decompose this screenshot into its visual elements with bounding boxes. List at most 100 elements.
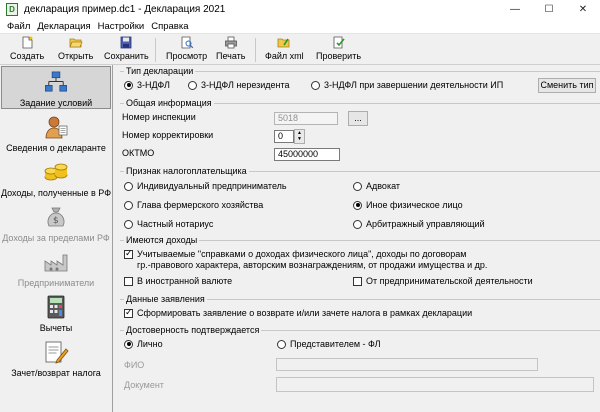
create-button[interactable]: Создать: [10, 36, 44, 64]
floppy-disk-icon: [120, 36, 132, 49]
menu-bar: Файл Декларация Настройки Справка: [0, 19, 600, 34]
radio-representative[interactable]: Представителем - ФЛ: [277, 339, 381, 349]
xml-file-icon: [277, 38, 290, 48]
check-button[interactable]: Проверить: [316, 36, 361, 64]
confirm-group: Достоверность подтверждается Лично Предс…: [120, 325, 600, 412]
oktmo-input[interactable]: 45000000: [274, 148, 340, 161]
radio-notary[interactable]: Частный нотариус: [124, 219, 213, 229]
pen-paper-icon: [45, 341, 69, 364]
checkbox-box: [124, 248, 133, 259]
menu-file[interactable]: Файл: [7, 21, 30, 32]
close-button[interactable]: ✕: [566, 0, 600, 19]
menu-help[interactable]: Справка: [151, 21, 188, 32]
inspection-input[interactable]: 5018: [274, 112, 338, 125]
open-button[interactable]: Открыть: [58, 36, 93, 64]
minimize-button[interactable]: —: [498, 0, 532, 19]
checkbox-box: [124, 307, 133, 318]
decl-type-group: Тип декларации 3-НДФЛ 3-НДФЛ нерезидента…: [120, 66, 600, 99]
radio-dot: [124, 200, 133, 210]
statement-group: Данные заявления Сформировать заявление …: [120, 294, 600, 325]
maximize-button[interactable]: ☐: [532, 0, 566, 19]
menu-declaration[interactable]: Декларация: [37, 21, 90, 32]
checkbox-box: [353, 277, 362, 286]
calculator-icon: [47, 295, 65, 319]
taxpayer-group: Признак налогоплательщика Индивидуальный…: [120, 166, 600, 233]
sidebar-item-tax-refund[interactable]: Зачет/возврат налога: [0, 337, 112, 379]
new-document-icon: [22, 36, 33, 49]
income-certificate-line1: Учитываемые "справками о доходах физичес…: [137, 249, 467, 259]
window-controls: — ☐ ✕: [498, 0, 600, 19]
document-input[interactable]: [276, 377, 594, 392]
checkbox-box: [124, 277, 133, 286]
sidebar: Задание условий Сведения о декларанте До…: [0, 65, 113, 412]
business-income-checkbox[interactable]: От предпринимательской деятельности: [353, 276, 533, 286]
svg-text:$: $: [53, 216, 59, 226]
sidebar-item-declarant[interactable]: Сведения о декларанте: [0, 112, 112, 154]
toolbar-separator: [155, 38, 156, 62]
app-icon: D: [6, 3, 18, 16]
radio-dot: [124, 339, 133, 349]
sidebar-item-deductions[interactable]: Вычеты: [0, 292, 112, 334]
fio-input[interactable]: [276, 358, 538, 371]
correction-spinner[interactable]: ▲ ▼: [294, 129, 305, 144]
radio-ip[interactable]: Индивидуальный предприниматель: [124, 181, 287, 191]
income-group: Имеются доходы Учитываемые "справками о …: [120, 235, 600, 292]
save-button[interactable]: Сохранить: [104, 36, 149, 64]
radio-dot: [353, 181, 362, 191]
document-label: Документ: [124, 380, 164, 390]
title-bar: D декларация пример.dc1 - Декларация 202…: [0, 0, 600, 19]
inspection-label: Номер инспекции: [122, 112, 196, 122]
sidebar-item-income-rf[interactable]: Доходы, полученные в РФ: [0, 157, 112, 199]
printer-icon: [224, 36, 237, 49]
person-icon: [45, 116, 68, 139]
check-document-icon: [333, 36, 345, 49]
taxpayer-title: Признак налогоплательщика: [124, 166, 249, 176]
oktmo-label: ОКТМО: [122, 148, 155, 158]
toolbar-separator: [255, 38, 256, 62]
radio-dot: [188, 80, 197, 90]
income-title: Имеются доходы: [124, 235, 200, 245]
correction-input[interactable]: 0: [274, 130, 294, 143]
sidebar-item-entrepreneurs[interactable]: Предприниматели: [0, 247, 112, 289]
fio-label: ФИО: [124, 360, 145, 370]
open-folder-icon: [69, 38, 83, 48]
correction-label: Номер корректировки: [122, 130, 214, 140]
radio-3ndfl[interactable]: 3-НДФЛ: [124, 80, 170, 90]
general-info-group: Общая информация Номер инспекции 5018 ..…: [120, 98, 600, 165]
radio-dot: [124, 181, 133, 191]
factory-icon: [44, 254, 68, 272]
radio-dot: [124, 80, 133, 90]
main-panel: Тип декларации 3-НДФЛ 3-НДФЛ нерезидента…: [114, 65, 600, 412]
window-title: декларация пример.dc1 - Декларация 2021: [24, 4, 226, 15]
change-type-button[interactable]: Сменить тип: [538, 78, 596, 93]
statement-title: Данные заявления: [124, 294, 207, 304]
radio-dot: [311, 80, 320, 90]
network-icon: [45, 71, 67, 92]
radio-dot: [353, 200, 362, 210]
menu-settings[interactable]: Настройки: [98, 21, 145, 32]
preview-button[interactable]: Просмотр: [166, 36, 207, 64]
coins-icon: [44, 163, 68, 181]
income-certificate-checkbox[interactable]: Учитываемые "справками о доходах физичес…: [124, 248, 487, 271]
radio-3ndfl-ip-end[interactable]: 3-НДФЛ при завершении деятельности ИП: [311, 80, 503, 90]
preview-icon: [181, 36, 193, 49]
inspection-browse-button[interactable]: ...: [348, 111, 368, 126]
toolbar: Создать Открыть Сохранить Просмотр Печат…: [0, 34, 600, 65]
radio-lawyer[interactable]: Адвокат: [353, 181, 400, 191]
radio-arbitration-manager[interactable]: Арбитражный управляющий: [353, 219, 485, 229]
radio-3ndfl-nonresident[interactable]: 3-НДФЛ нерезидента: [188, 80, 290, 90]
confirm-title: Достоверность подтверждается: [124, 325, 262, 335]
foreign-currency-checkbox[interactable]: В иностранной валюте: [124, 276, 232, 286]
refund-statement-checkbox[interactable]: Сформировать заявление о возврате и/или …: [124, 307, 472, 318]
decl-type-title: Тип декларации: [124, 66, 196, 76]
xml-file-button[interactable]: Файл xml: [265, 36, 304, 64]
radio-dot: [277, 339, 286, 349]
print-button[interactable]: Печать: [216, 36, 245, 64]
radio-personal[interactable]: Лично: [124, 339, 163, 349]
sidebar-item-income-abroad[interactable]: $ Доходы за пределами РФ: [0, 202, 112, 244]
radio-other-person[interactable]: Иное физическое лицо: [353, 200, 463, 210]
money-bag-icon: $: [47, 207, 65, 227]
radio-farm-head[interactable]: Глава фермерского хозяйства: [124, 200, 263, 210]
sidebar-item-conditions[interactable]: Задание условий: [1, 66, 111, 109]
radio-dot: [124, 219, 133, 229]
